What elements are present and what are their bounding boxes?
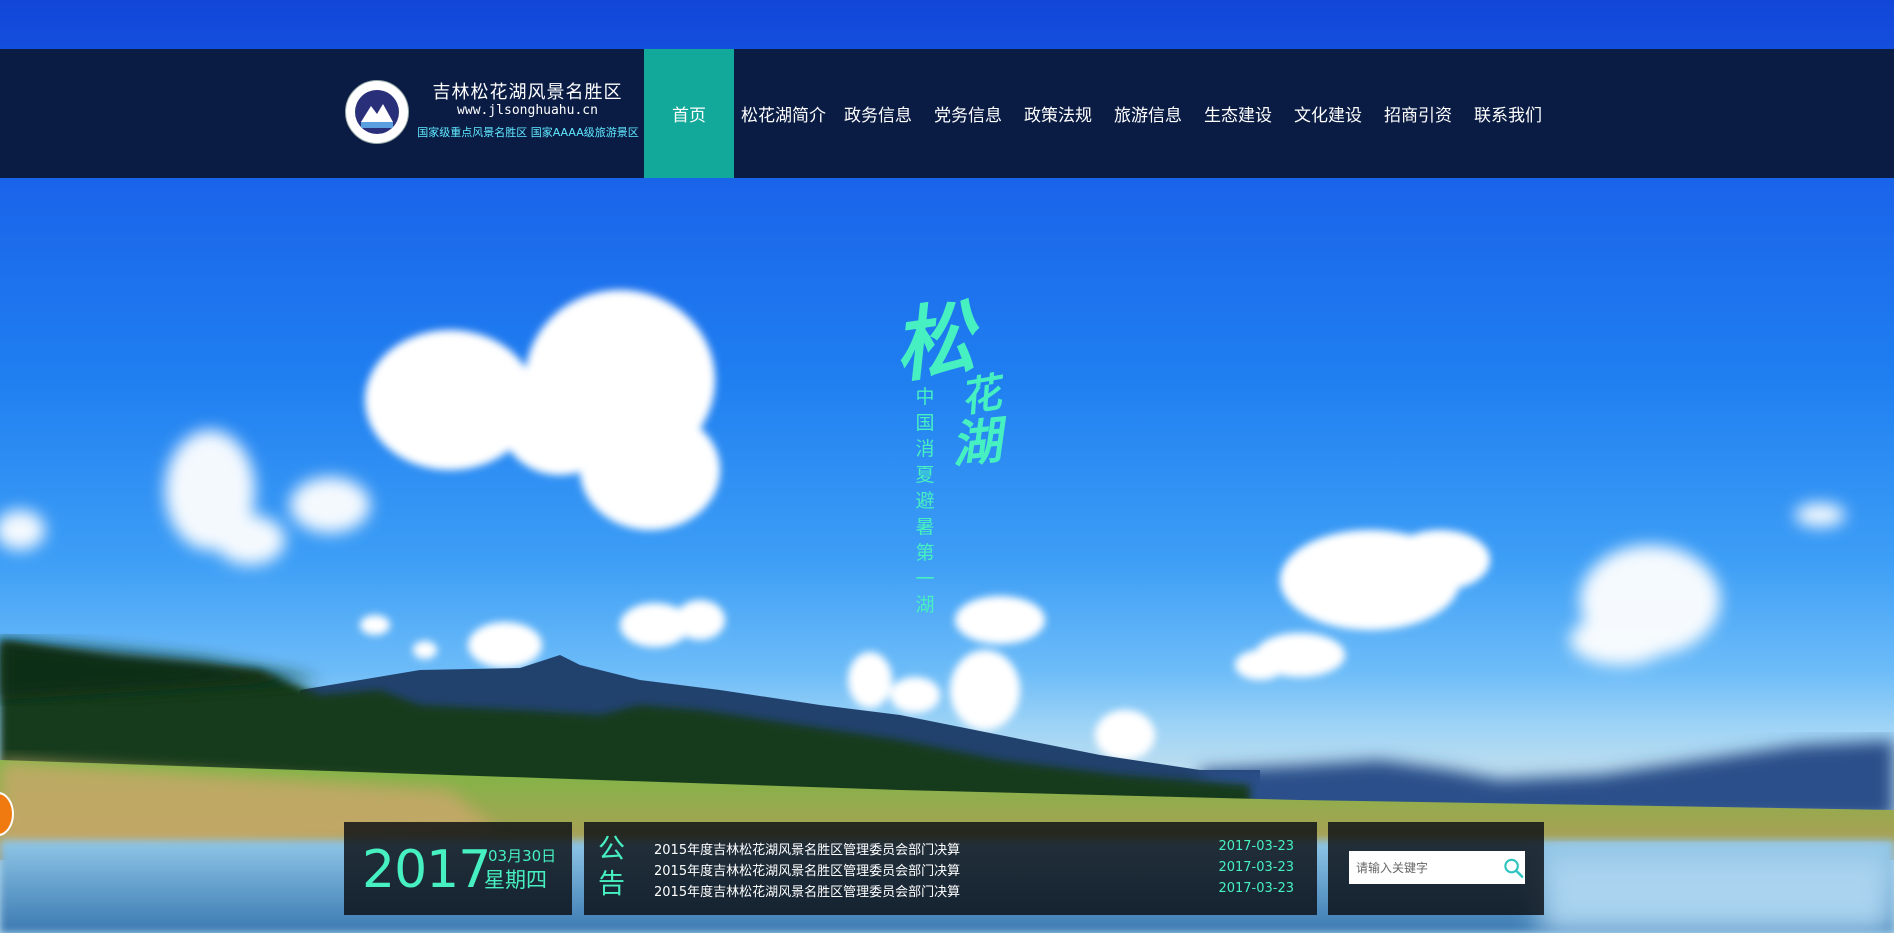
notice-title[interactable]: 2015年度吉林松花湖风景名胜区管理委员会部门决算 xyxy=(654,839,960,860)
notice-item[interactable]: 2015年度吉林松花湖风景名胜区管理委员会部门决算 2017-03-23 xyxy=(654,860,1294,881)
search-input[interactable] xyxy=(1349,851,1498,884)
notice-date: 2017-03-23 xyxy=(1218,881,1294,896)
site-url: www.jlsonghuahu.cn xyxy=(457,103,598,118)
emblem-icon xyxy=(345,80,409,144)
notice-date: 2017-03-23 xyxy=(1218,860,1294,875)
nav-item-investment[interactable]: 招商引资 xyxy=(1373,49,1463,178)
notice-panel: 公告 2015年度吉林松花湖风景名胜区管理委员会部门决算 2017-03-23 … xyxy=(584,822,1317,915)
site-title: 吉林松花湖风景名胜区 xyxy=(432,82,623,103)
nav-item-policy[interactable]: 政策法规 xyxy=(1013,49,1103,178)
date-month-day: 03月30日 xyxy=(488,847,557,865)
notice-item[interactable]: 2015年度吉林松花湖风景名胜区管理委员会部门决算 2017-03-23 xyxy=(654,839,1294,860)
notice-list: 2015年度吉林松花湖风景名胜区管理委员会部门决算 2017-03-23 201… xyxy=(654,839,1294,902)
nav-item-tourism[interactable]: 旅游信息 xyxy=(1103,49,1193,178)
notice-item[interactable]: 2015年度吉林松花湖风景名胜区管理委员会部门决算 2017-03-23 xyxy=(654,881,1294,902)
nav-item-ecology[interactable]: 生态建设 xyxy=(1193,49,1283,178)
nav-item-intro[interactable]: 松花湖简介 xyxy=(734,49,833,178)
nav-item-culture[interactable]: 文化建设 xyxy=(1283,49,1373,178)
nav-item-party-info[interactable]: 党务信息 xyxy=(923,49,1013,178)
notice-title[interactable]: 2015年度吉林松花湖风景名胜区管理委员会部门决算 xyxy=(654,881,960,902)
calligraphy-hu: 湖 xyxy=(948,410,1005,475)
nav-item-home[interactable]: 首页 xyxy=(644,49,734,178)
notice-title[interactable]: 2015年度吉林松花湖风景名胜区管理委员会部门决算 xyxy=(654,860,960,881)
notice-label: 公告 xyxy=(598,834,625,900)
nav-item-contact[interactable]: 联系我们 xyxy=(1463,49,1553,178)
date-year: 2017 xyxy=(362,840,491,900)
site-subtitle: 国家级重点风景名胜区 国家AAAA级旅游景区 xyxy=(417,126,639,139)
nav-item-government-info[interactable]: 政务信息 xyxy=(833,49,923,178)
date-panel: 2017 03月30日 星期四 xyxy=(344,822,572,915)
site-logo[interactable] xyxy=(345,80,409,144)
notice-date: 2017-03-23 xyxy=(1218,839,1294,854)
hero-calligraphy: 松 花 湖 中国消夏避暑第一湖 xyxy=(885,278,1005,628)
search-box xyxy=(1349,851,1525,884)
hero-slogan: 中国消夏避暑第一湖 xyxy=(915,386,935,616)
search-panel xyxy=(1328,822,1544,915)
search-icon[interactable] xyxy=(1502,856,1525,880)
main-nav: 首页 松花湖简介 政务信息 党务信息 政策法规 旅游信息 生态建设 文化建设 招… xyxy=(644,49,1553,178)
date-weekday: 星期四 xyxy=(484,868,547,892)
